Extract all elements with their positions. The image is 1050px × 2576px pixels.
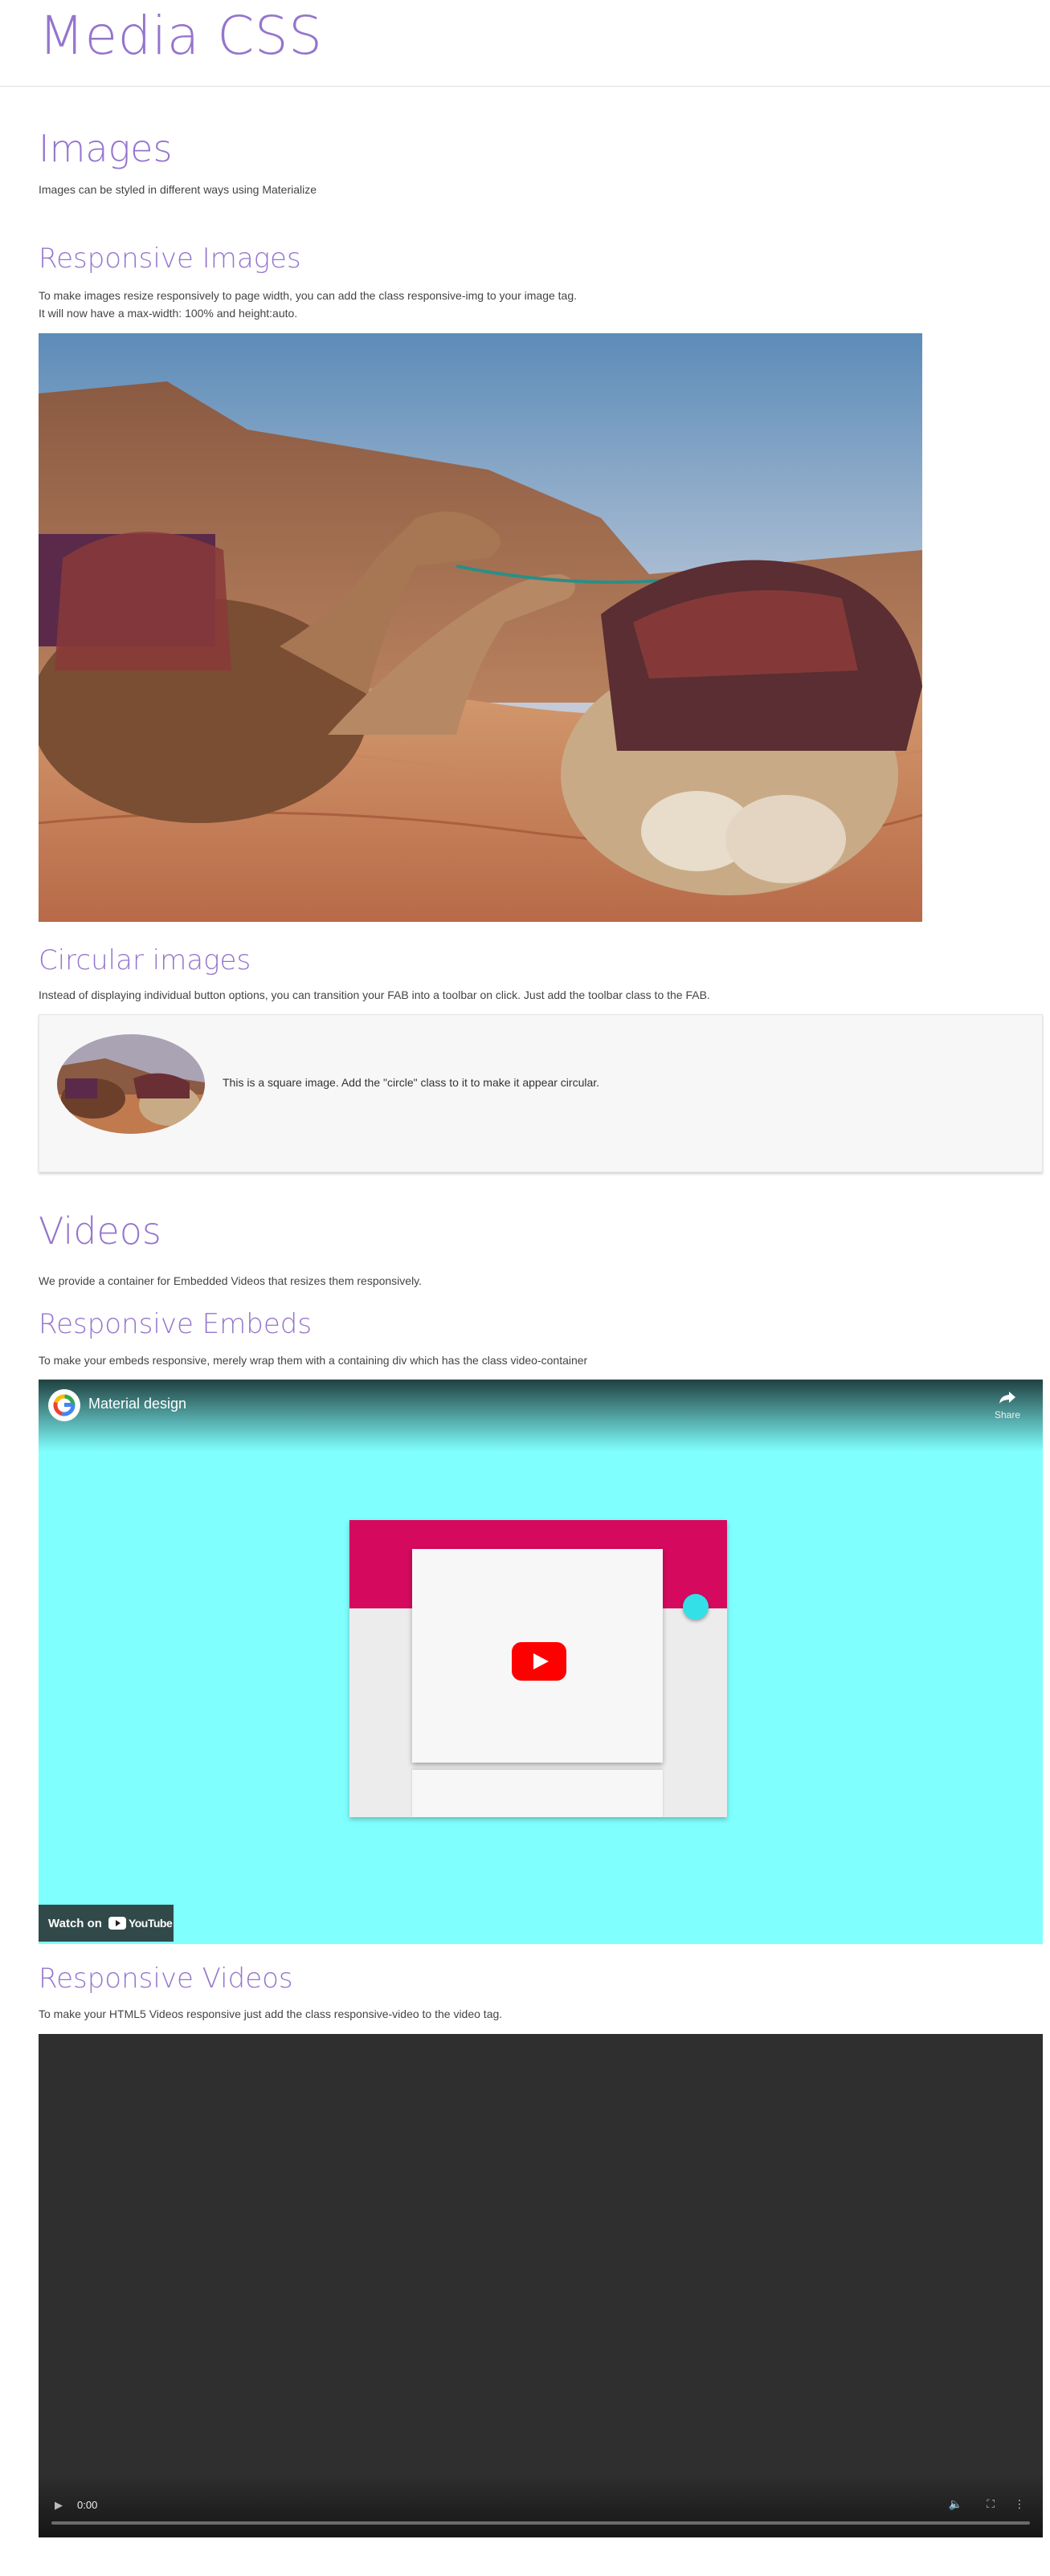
- video-time: 0:00: [77, 2499, 98, 2511]
- video-controls: ▶ 0:00 🔈 ⛶ ⋮: [39, 2473, 1043, 2537]
- circular-image-card: This is a square image. Add the "circle"…: [39, 1014, 1043, 1172]
- responsive-images-line1: To make images resize responsively to pa…: [39, 289, 578, 302]
- page-title: Media CSS: [39, 5, 323, 67]
- images-heading: Images: [39, 127, 173, 170]
- fullscreen-icon[interactable]: ⛶: [987, 2497, 995, 2511]
- youtube-logo-icon: [108, 1917, 126, 1930]
- circular-images-heading: Circular images: [39, 944, 251, 976]
- circular-image: [57, 1034, 205, 1134]
- page-header: Media CSS: [0, 0, 1050, 87]
- embed-video-title[interactable]: Material design: [88, 1396, 186, 1412]
- youtube-play-icon[interactable]: [512, 1642, 566, 1681]
- responsive-videos-heading: Responsive Videos: [39, 1963, 293, 1995]
- camel-thumbnail-image: [57, 1034, 205, 1134]
- share-label: Share: [994, 1409, 1021, 1420]
- more-options-icon[interactable]: ⋮: [1014, 2497, 1025, 2511]
- responsive-embeds-heading: Responsive Embeds: [39, 1308, 313, 1340]
- volume-icon[interactable]: 🔈: [949, 2497, 962, 2511]
- responsive-images-heading: Responsive Images: [39, 243, 301, 275]
- share-icon: [999, 1392, 1015, 1404]
- video-thumbnail-frame: [349, 1520, 727, 1817]
- thumbnail-fab: [683, 1594, 709, 1620]
- watch-on-youtube-button[interactable]: Watch on YouTube: [39, 1905, 174, 1942]
- videos-heading: Videos: [39, 1209, 161, 1253]
- video-container[interactable]: Material design Share Watch on YouTube: [39, 1380, 1043, 1944]
- videos-description: We provide a container for Embedded Vide…: [39, 1274, 423, 1287]
- thumbnail-card: [412, 1549, 663, 1763]
- thumbnail-card-secondary: [412, 1770, 663, 1817]
- share-button[interactable]: Share: [990, 1389, 1025, 1420]
- responsive-image: [39, 333, 922, 922]
- watch-on-label: Watch on: [48, 1916, 102, 1930]
- html5-video-player[interactable]: ▶ 0:00 🔈 ⛶ ⋮: [39, 2034, 1043, 2537]
- google-logo-icon[interactable]: [48, 1389, 80, 1421]
- responsive-embeds-description: To make your embeds responsive, merely w…: [39, 1354, 588, 1367]
- responsive-images-line2: It will now have a max-width: 100% and h…: [39, 307, 298, 320]
- circular-card-text: This is a square image. Add the "circle"…: [223, 1076, 600, 1089]
- camel-desert-image: [39, 333, 922, 922]
- circular-images-description: Instead of displaying individual button …: [39, 988, 710, 1001]
- play-icon[interactable]: ▶: [55, 2499, 63, 2512]
- responsive-videos-description: To make your HTML5 Videos responsive jus…: [39, 2007, 503, 2020]
- video-progress-bar[interactable]: [51, 2521, 1030, 2525]
- youtube-wordmark: YouTube: [128, 1917, 173, 1930]
- images-description: Images can be styled in different ways u…: [39, 183, 317, 196]
- embed-top-bar: Material design Share: [39, 1380, 1043, 1452]
